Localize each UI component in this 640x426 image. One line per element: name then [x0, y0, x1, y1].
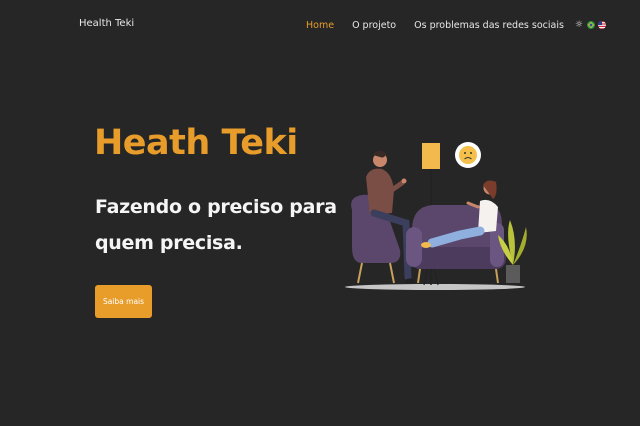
main-nav: Home O projeto Os problemas das redes so… — [306, 18, 606, 32]
nav-problemas-redes-sociais[interactable]: Os problemas das redes sociais — [414, 20, 564, 31]
hero-subtitle-line-2: quem precisa. — [95, 232, 243, 254]
saiba-mais-button[interactable]: Saiba mais — [95, 285, 152, 318]
theme-toggle-sun-icon[interactable]: ☼ — [575, 20, 584, 30]
hero-subtitle-line-1: Fazendo o preciso para — [95, 196, 337, 218]
nav-o-projeto[interactable]: O projeto — [352, 20, 396, 31]
hero-subtitle: Fazendo o preciso para quem precisa. — [95, 189, 355, 261]
brazil-flag-icon[interactable] — [586, 21, 595, 29]
nav-icons: ☼ — [572, 20, 606, 30]
hero-title: Heath Teki — [94, 123, 298, 163]
usa-flag-icon[interactable] — [597, 21, 606, 29]
brand-logo[interactable]: Health Teki — [79, 18, 134, 29]
page: Health Teki Home O projeto Os problemas … — [0, 0, 640, 426]
therapy-session-illustration — [345, 142, 527, 290]
nav-home[interactable]: Home — [306, 20, 334, 31]
